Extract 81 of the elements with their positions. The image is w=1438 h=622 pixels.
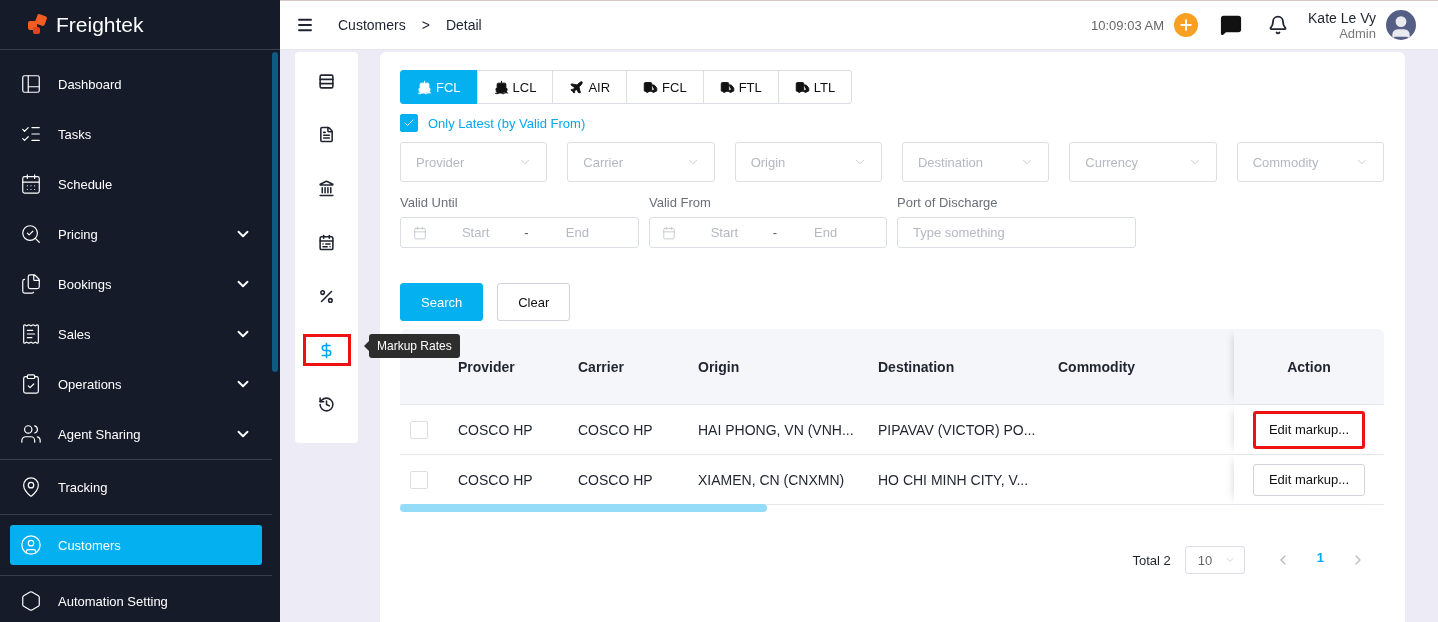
rail-icon bbox=[318, 287, 335, 305]
sidebar-item[interactable]: Agent Sharing bbox=[0, 409, 272, 459]
mode-tab[interactable]: FCL bbox=[626, 70, 704, 104]
sidebar-item[interactable]: Sales bbox=[0, 309, 272, 359]
sidebar-item-icon bbox=[20, 590, 42, 612]
table-cell-text: COSCO HP bbox=[458, 420, 534, 440]
sidebar-item[interactable]: Operations bbox=[0, 359, 272, 409]
user-name: Kate Le Vy bbox=[1308, 9, 1376, 26]
date-range-field[interactable]: Start - End bbox=[649, 217, 887, 248]
mode-tab[interactable]: LCL bbox=[476, 70, 554, 104]
edit-markup-button[interactable]: Edit markup... bbox=[1252, 463, 1366, 496]
tooltip: Markup Rates bbox=[369, 334, 460, 359]
menu-icon[interactable] bbox=[296, 16, 314, 34]
rail-icon bbox=[318, 126, 335, 144]
sidebar-item-icon bbox=[20, 73, 42, 95]
truck-icon bbox=[719, 79, 735, 95]
clock-time: 10:09:03 AM bbox=[1091, 17, 1164, 33]
field-label: Valid Until bbox=[400, 195, 459, 210]
rail-icon bbox=[318, 72, 335, 90]
sidebar-item[interactable]: Tracking bbox=[0, 462, 272, 512]
table-cell-text: XIAMEN, CN (CNXMN) bbox=[698, 470, 846, 490]
field-label: Valid From bbox=[649, 195, 712, 210]
truck-icon bbox=[643, 79, 659, 95]
sidebar-item[interactable]: Pricing bbox=[0, 209, 272, 259]
column-header: Destination bbox=[878, 357, 956, 377]
column-header: Carrier bbox=[578, 357, 625, 377]
ship-icon bbox=[493, 79, 509, 95]
rail-icon bbox=[318, 234, 335, 252]
edit-markup-button[interactable]: Edit markup... bbox=[1252, 410, 1366, 449]
sidebar-item-icon bbox=[20, 173, 42, 195]
clear-button[interactable]: Clear bbox=[497, 283, 571, 321]
breadcrumb-item: Detail bbox=[445, 17, 482, 33]
rail-icon bbox=[318, 180, 335, 198]
sidebar-item-icon bbox=[20, 534, 42, 556]
user-role: Admin bbox=[1339, 25, 1376, 41]
truck-icon bbox=[794, 79, 810, 95]
row-checkbox[interactable] bbox=[410, 420, 428, 439]
mode-tab[interactable]: AIR bbox=[552, 70, 628, 104]
sidebar-item-icon bbox=[20, 476, 42, 498]
sidebar-item[interactable]: Tasks bbox=[0, 109, 272, 159]
brand-name: Freightek bbox=[56, 12, 144, 37]
sidebar-item[interactable]: Bookings bbox=[0, 259, 272, 309]
table-cell-text: COSCO HP bbox=[458, 470, 534, 490]
sidebar-item[interactable]: Automation Setting bbox=[0, 576, 272, 622]
mode-tab[interactable]: LTL bbox=[777, 70, 853, 104]
plus-icon bbox=[1178, 17, 1194, 33]
column-header: Provider bbox=[458, 357, 516, 377]
column-header: Origin bbox=[698, 357, 741, 377]
sidebar-item[interactable]: Schedule bbox=[0, 159, 272, 209]
sidebar-item-icon bbox=[20, 223, 42, 245]
rail-icon bbox=[318, 395, 335, 413]
table-cell-text: HO CHI MINH CITY, V... bbox=[878, 470, 1030, 490]
table-cell-text: HAI PHONG, VN (VNH... bbox=[698, 420, 855, 440]
row-checkbox[interactable] bbox=[410, 470, 428, 489]
total-count: Total 2 bbox=[1132, 552, 1171, 568]
plane-icon bbox=[569, 79, 585, 95]
sidebar-item[interactable]: Dashboard bbox=[0, 59, 272, 109]
breadcrumb-separator: > bbox=[421, 17, 430, 33]
column-header: Action bbox=[1287, 358, 1331, 375]
table-cell-text: PIPAVAV (VICTOR) PO... bbox=[878, 420, 1037, 440]
checkbox[interactable] bbox=[400, 114, 418, 132]
sidebar-item-icon bbox=[20, 323, 42, 345]
sidebar-item-icon bbox=[20, 373, 42, 395]
table-cell-text: COSCO HP bbox=[578, 470, 654, 490]
page-size-select[interactable]: 10 bbox=[1184, 546, 1245, 574]
avatar[interactable] bbox=[1386, 10, 1416, 40]
ship-icon bbox=[417, 79, 432, 95]
table-cell-text: COSCO HP bbox=[578, 420, 654, 440]
date-range-field[interactable]: Start - End bbox=[400, 217, 639, 248]
breadcrumb-item[interactable]: Customers bbox=[338, 17, 406, 33]
sidebar-item-icon bbox=[20, 273, 42, 295]
chat-icon[interactable] bbox=[1220, 14, 1242, 36]
input-field[interactable]: Type something bbox=[897, 217, 1136, 248]
mode-tab[interactable]: FTL bbox=[702, 70, 779, 104]
check-icon bbox=[403, 117, 415, 129]
sidebar-item-icon bbox=[20, 423, 42, 445]
column-header: Commodity bbox=[1058, 357, 1136, 377]
bell-icon[interactable] bbox=[1268, 15, 1288, 35]
calendar-icon bbox=[662, 225, 676, 240]
field-label: Port of Discharge bbox=[897, 195, 999, 210]
calendar-icon bbox=[413, 225, 427, 240]
